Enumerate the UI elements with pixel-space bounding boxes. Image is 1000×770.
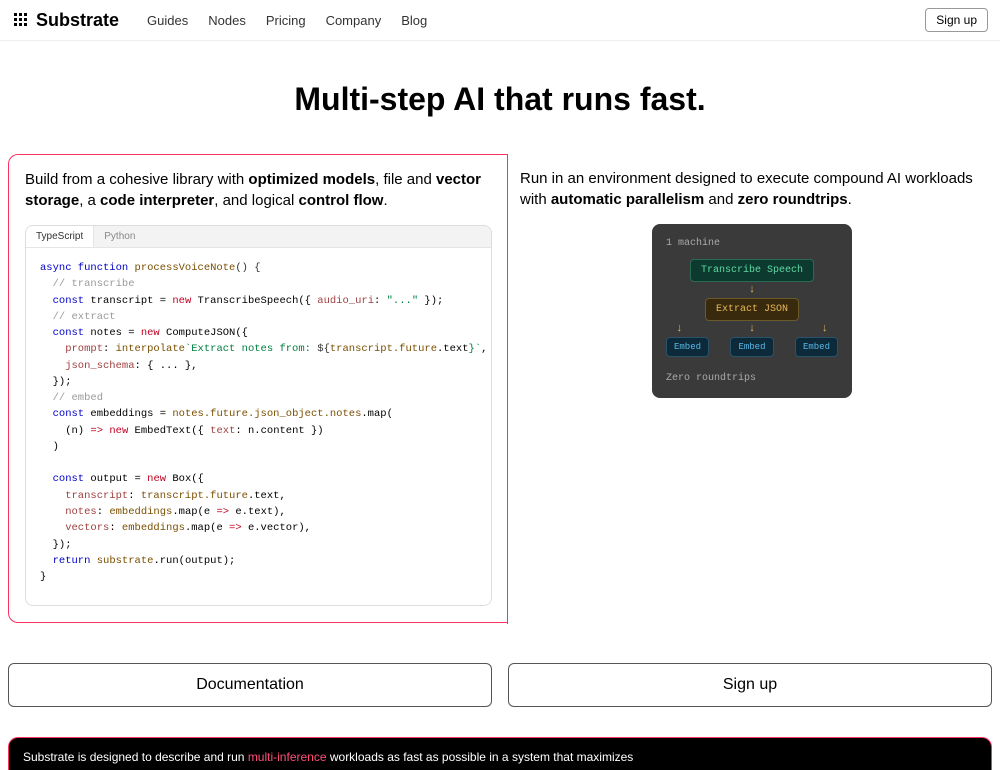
nav-link-nodes[interactable]: Nodes bbox=[208, 13, 246, 28]
hero-title: Multi-step AI that runs fast. bbox=[0, 81, 1000, 118]
signup-button[interactable]: Sign up bbox=[925, 8, 988, 32]
arrow-down-icon: ↓ bbox=[666, 284, 838, 296]
nav-links: Guides Nodes Pricing Company Blog bbox=[147, 13, 427, 28]
diagram-header: 1 machine bbox=[666, 238, 838, 249]
feature-left-card: Build from a cohesive library with optim… bbox=[8, 154, 508, 623]
cta-row: Documentation Sign up bbox=[0, 663, 1000, 737]
tab-typescript[interactable]: TypeScript bbox=[26, 226, 94, 247]
execution-diagram: 1 machine Transcribe Speech ↓ Extract JS… bbox=[652, 224, 852, 398]
node-embed-3: Embed bbox=[795, 337, 838, 357]
multi-inference-link[interactable]: multi-inference bbox=[248, 750, 327, 764]
brand-logo[interactable]: Substrate bbox=[12, 10, 119, 31]
top-nav: Substrate Guides Nodes Pricing Company B… bbox=[0, 0, 1000, 41]
nav-link-blog[interactable]: Blog bbox=[401, 13, 427, 28]
tab-python[interactable]: Python bbox=[94, 226, 145, 247]
diagram-footer: Zero roundtrips bbox=[666, 373, 838, 384]
logo-icon bbox=[12, 11, 30, 29]
code-card: TypeScript Python async function process… bbox=[25, 225, 492, 606]
node-embed-1: Embed bbox=[666, 337, 709, 357]
node-embed-2: Embed bbox=[730, 337, 773, 357]
brand-name: Substrate bbox=[36, 10, 119, 31]
footer-bar: Substrate is designed to describe and ru… bbox=[8, 737, 992, 770]
code-tabs: TypeScript Python bbox=[26, 226, 491, 248]
nav-link-company[interactable]: Company bbox=[326, 13, 382, 28]
feature-right: Run in an environment designed to execut… bbox=[500, 154, 1000, 623]
feature-right-desc: Run in an environment designed to execut… bbox=[520, 168, 984, 210]
node-extract: Extract JSON bbox=[705, 298, 799, 321]
documentation-button[interactable]: Documentation bbox=[8, 663, 492, 707]
code-body: async function processVoiceNote() { // t… bbox=[26, 248, 491, 605]
features-row: Build from a cohesive library with optim… bbox=[0, 154, 1000, 623]
nav-link-guides[interactable]: Guides bbox=[147, 13, 188, 28]
arrow-fork-icon: ↓↓↓ bbox=[666, 323, 838, 335]
signup-cta-button[interactable]: Sign up bbox=[508, 663, 992, 707]
nav-link-pricing[interactable]: Pricing bbox=[266, 13, 306, 28]
hero: Multi-step AI that runs fast. bbox=[0, 41, 1000, 154]
feature-left-desc: Build from a cohesive library with optim… bbox=[25, 169, 492, 211]
node-transcribe: Transcribe Speech bbox=[690, 259, 814, 282]
